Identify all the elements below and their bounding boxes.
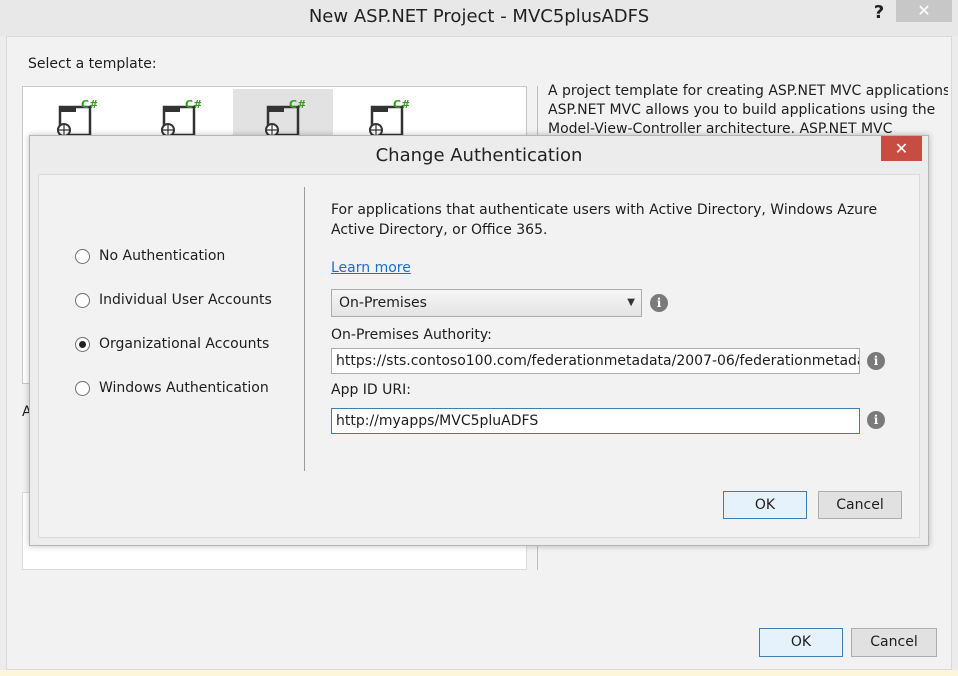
bottom-strip [0, 670, 958, 676]
radio-button[interactable] [75, 380, 90, 396]
outer-window-title: New ASP.NET Project - MVC5plusADFS [308, 6, 650, 27]
description-line: A project template for creating ASP.NET … [548, 83, 948, 99]
change-authentication-dialog: Change Authentication ✕ No Authenticatio… [29, 135, 929, 546]
outer-titlebar: New ASP.NET Project - MVC5plusADFS ? ✕ [0, 0, 958, 36]
csharp-badge: C# [81, 98, 97, 111]
authority-label: On-Premises Authority: [331, 327, 492, 343]
dropdown-value: On-Premises [339, 295, 427, 311]
auth-description-line: Active Directory, or Office 365. [331, 222, 548, 238]
outer-ok-button[interactable]: OK [759, 628, 843, 657]
chevron-down-icon: ▼ [627, 297, 635, 308]
template-description: A project template for creating ASP.NET … [548, 82, 948, 139]
radio-button[interactable] [75, 292, 90, 308]
template-tile-2[interactable]: C# [129, 89, 229, 141]
outer-cancel-button[interactable]: Cancel [851, 628, 937, 657]
description-line: ASP.NET MVC allows you to build applicat… [548, 102, 936, 118]
learn-more-link[interactable]: Learn more [331, 260, 411, 276]
radio-label: Windows Authentication [99, 380, 269, 396]
dialog-close-button[interactable]: ✕ [881, 136, 922, 161]
auth-description: For applications that authenticate users… [331, 200, 878, 240]
auth-type-dropdown[interactable]: On-Premises ▼ [331, 289, 642, 317]
app-id-input[interactable]: http://myapps/MVC5pluADFS [331, 408, 860, 434]
help-button[interactable]: ? [866, 2, 892, 24]
radio-button-selected[interactable] [75, 336, 90, 352]
dialog-title: Change Authentication [375, 145, 583, 166]
dialog-cancel-button[interactable]: Cancel [818, 491, 902, 519]
radio-organizational-accounts[interactable]: Organizational Accounts [75, 333, 269, 355]
radio-label: Organizational Accounts [99, 336, 270, 352]
radio-label: No Authentication [99, 248, 226, 264]
csharp-badge: C# [185, 98, 201, 111]
select-template-label: Select a template: [28, 56, 157, 72]
template-tile-4[interactable]: C# [337, 89, 437, 141]
radio-no-authentication[interactable]: No Authentication [75, 245, 225, 267]
radio-label: Individual User Accounts [99, 292, 272, 308]
dialog-ok-button[interactable]: OK [723, 491, 807, 519]
web-project-template-icon: C# [57, 98, 97, 137]
template-tile-1[interactable]: C# [25, 89, 125, 141]
outer-close-button[interactable]: ✕ [896, 0, 952, 22]
auth-description-line: For applications that authenticate users… [331, 202, 878, 218]
web-project-template-icon: C# [369, 98, 409, 137]
authority-input[interactable]: https://sts.contoso100.com/federationmet… [331, 348, 860, 374]
csharp-badge: C# [289, 98, 305, 111]
web-project-template-icon: C# [161, 98, 201, 137]
dialog-divider [304, 187, 305, 471]
info-icon[interactable]: i [650, 294, 668, 312]
radio-windows-authentication[interactable]: Windows Authentication [75, 377, 269, 399]
app-id-label: App ID URI: [331, 382, 411, 398]
info-icon[interactable]: i [867, 352, 885, 370]
web-project-template-icon: C# [265, 98, 305, 137]
radio-button[interactable] [75, 248, 90, 264]
csharp-badge: C# [393, 98, 409, 111]
template-tile-mvc-selected[interactable]: C# [233, 89, 333, 141]
radio-individual-user-accounts[interactable]: Individual User Accounts [75, 289, 272, 311]
dialog-body: No Authentication Individual User Accoun… [38, 174, 920, 538]
info-icon[interactable]: i [867, 411, 885, 429]
